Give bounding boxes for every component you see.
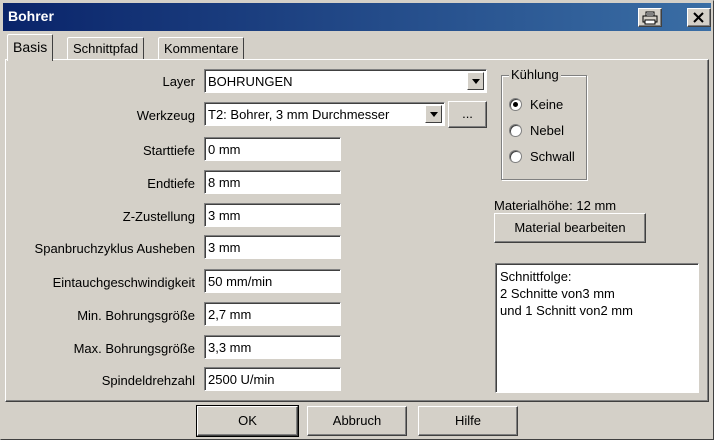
schnittfolge-textarea[interactable]: Schnittfolge: 2 Schnitte von3 mm und 1 S… xyxy=(495,263,699,393)
cancel-button[interactable]: Abbruch xyxy=(307,406,407,436)
chevron-down-icon xyxy=(430,112,438,117)
close-button[interactable] xyxy=(687,8,711,27)
werkzeug-select[interactable]: T2: Bohrer, 3 mm Durchmesser xyxy=(204,102,445,126)
spanbruch-label: Spanbruchzyklus Ausheben xyxy=(34,241,195,256)
layer-select[interactable]: BOHRUNGEN xyxy=(204,69,487,93)
title-bar: Bohrer xyxy=(3,3,711,31)
tab-schnittpfad[interactable]: Schnittpfad xyxy=(67,37,145,59)
kuehlung-title: Kühlung xyxy=(509,67,561,82)
maxbohrung-label: Max. Bohrungsgröße xyxy=(73,341,195,356)
close-icon xyxy=(693,12,704,23)
starttiefe-label: Starttiefe xyxy=(142,143,195,158)
werkzeug-label: Werkzeug xyxy=(136,108,195,123)
help-button[interactable]: Hilfe xyxy=(418,406,518,436)
chevron-down-icon xyxy=(472,79,480,84)
layer-value: BOHRUNGEN xyxy=(208,74,293,89)
minbohrung-input[interactable]: 2,7 mm xyxy=(204,302,341,326)
eintauch-label: Eintauchgeschwindigkeit xyxy=(52,275,195,290)
printer-icon xyxy=(642,11,658,25)
material-height-text: Materialhöhe: 12 mm xyxy=(494,198,617,213)
bohrer-dialog: Bohrer Basis Schnittpfad Kommentare Laye… xyxy=(0,0,714,440)
endtiefe-input[interactable]: 8 mm xyxy=(204,170,341,194)
werkzeug-browse-button[interactable]: ... xyxy=(448,101,487,128)
eintauch-input[interactable]: 50 mm/min xyxy=(204,269,341,293)
spindel-label: Spindeldrehzahl xyxy=(101,373,195,388)
print-button[interactable] xyxy=(638,8,662,27)
radio-keine-label: Keine xyxy=(530,97,564,112)
maxbohrung-input[interactable]: 3,3 mm xyxy=(204,335,341,359)
zzustellung-label: Z-Zustellung xyxy=(122,209,195,224)
starttiefe-input[interactable]: 0 mm xyxy=(204,137,341,161)
tab-basis[interactable]: Basis xyxy=(7,34,54,61)
radio-keine-indicator[interactable] xyxy=(509,98,522,111)
ok-button[interactable]: OK xyxy=(196,405,299,437)
endtiefe-label: Endtiefe xyxy=(147,176,195,191)
werkzeug-value: T2: Bohrer, 3 mm Durchmesser xyxy=(208,107,390,122)
minbohrung-label: Min. Bohrungsgröße xyxy=(77,308,195,323)
spindel-input[interactable]: 2500 U/min xyxy=(204,367,341,391)
layer-label: Layer xyxy=(162,74,195,89)
kuehlung-group: Kühlung Keine Nebel Schwall xyxy=(501,67,587,180)
schnittfolge-line: und 1 Schnitt von2 mm xyxy=(500,303,633,318)
schnittfolge-line: Schnittfolge: xyxy=(500,269,572,284)
werkzeug-dropdown-button[interactable] xyxy=(425,105,442,123)
material-edit-button[interactable]: Material bearbeiten xyxy=(494,213,646,243)
layer-dropdown-button[interactable] xyxy=(467,72,484,90)
schnittfolge-line: 2 Schnitte von3 mm xyxy=(500,286,615,301)
zzustellung-input[interactable]: 3 mm xyxy=(204,203,341,227)
radio-nebel-label: Nebel xyxy=(530,123,564,138)
radio-schwall-indicator[interactable] xyxy=(509,150,522,163)
radio-schwall-label: Schwall xyxy=(530,149,575,164)
tab-kommentare[interactable]: Kommentare xyxy=(158,37,245,59)
window-title: Bohrer xyxy=(8,8,54,24)
radio-nebel-indicator[interactable] xyxy=(509,124,522,137)
spanbruch-input[interactable]: 3 mm xyxy=(204,235,341,259)
